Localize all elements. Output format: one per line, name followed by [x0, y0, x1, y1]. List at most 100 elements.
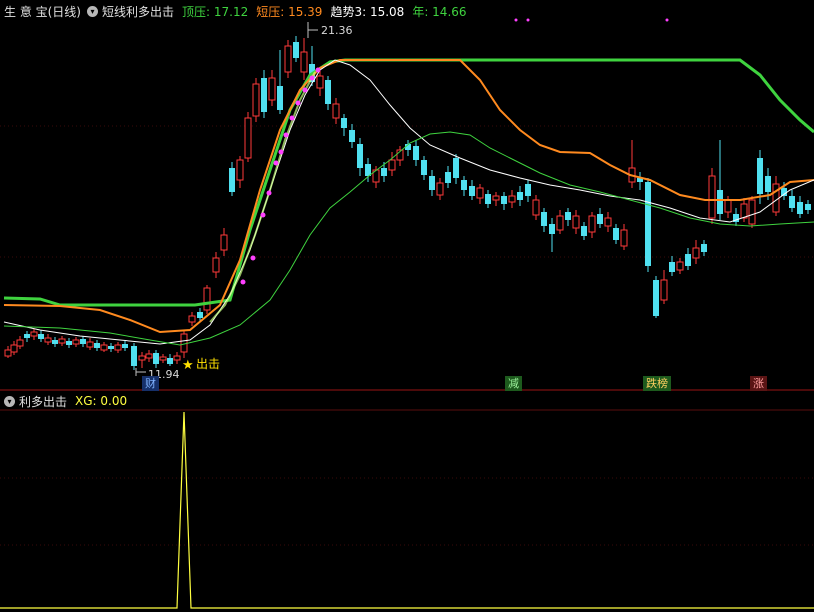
candle-body — [100, 344, 108, 351]
candle-body — [66, 341, 72, 345]
candle-body — [748, 199, 756, 225]
candle-body — [508, 195, 516, 203]
candle-body — [277, 86, 283, 110]
indicator-trend3: 趋势3: 15.08 — [330, 4, 405, 19]
candle-body — [365, 164, 371, 176]
candle-body — [300, 51, 308, 73]
candle-body — [556, 215, 564, 231]
candle-body — [565, 212, 571, 220]
tag-finance[interactable]: 财 — [142, 376, 159, 391]
candle-body — [108, 346, 114, 349]
candle-body — [381, 168, 387, 176]
candle-body — [620, 229, 628, 247]
candle-body — [740, 203, 748, 219]
candle-body — [10, 344, 18, 353]
candle-body — [701, 244, 707, 252]
candle-body — [24, 334, 30, 338]
candle-body — [436, 182, 444, 196]
candle-body — [485, 194, 491, 204]
candle-body — [138, 355, 146, 361]
candle-body — [669, 262, 675, 272]
candle-body — [341, 118, 347, 128]
candle-body — [581, 226, 587, 236]
settings-toggle-icon[interactable]: ▾ — [87, 5, 98, 17]
candle-body — [212, 257, 220, 273]
candle-body — [613, 228, 619, 240]
candle-body — [44, 337, 52, 343]
candle-body — [114, 344, 122, 351]
candle-body — [685, 254, 691, 266]
xg-spike-line — [0, 411, 814, 609]
candle-body — [261, 78, 267, 112]
candle-body — [188, 315, 196, 323]
candle-body — [469, 186, 475, 196]
candle-body — [492, 195, 500, 201]
candle-body — [38, 334, 44, 339]
candle-body — [284, 45, 292, 73]
candle-body — [244, 117, 252, 159]
candle-body — [421, 160, 427, 175]
top-pressure-line — [3, 58, 814, 307]
candle-body — [476, 187, 484, 199]
candle-body — [765, 176, 771, 192]
candle-body — [325, 80, 331, 104]
candle-body — [58, 338, 66, 344]
candle-body — [717, 190, 723, 214]
sub-panel-header: ▾ 利多出击 XG: 0.00 — [0, 392, 127, 410]
star-icon: ★ — [182, 358, 194, 373]
tag-rise[interactable]: 涨 — [750, 376, 767, 391]
candle-body — [357, 144, 363, 168]
candle-body — [572, 215, 580, 229]
candle-body — [692, 247, 700, 259]
candle-body — [167, 358, 173, 364]
candle-body — [349, 130, 355, 142]
candle-body — [145, 353, 153, 359]
candle-body — [549, 224, 555, 234]
candle-body — [173, 355, 181, 361]
candle-body — [236, 159, 244, 181]
candle-body — [660, 279, 668, 301]
candle-body — [268, 77, 276, 101]
candle-body — [597, 214, 603, 224]
sub-panel-value: XG: 0.00 — [75, 394, 128, 408]
candle-body — [676, 261, 684, 271]
candle-body — [525, 184, 531, 196]
candle-body — [604, 217, 612, 227]
candle-body — [252, 83, 260, 117]
chart-canvas[interactable]: 21.36 11.94 ★ 出击 — [0, 0, 814, 612]
candle-body — [645, 182, 651, 266]
candle-body — [30, 331, 38, 337]
year-line — [3, 131, 814, 346]
candle-body — [197, 312, 203, 318]
candle-body — [80, 339, 86, 344]
candle-body — [72, 339, 80, 345]
sub-panel-title[interactable]: 利多出击 — [19, 393, 67, 410]
candle-body — [131, 346, 137, 366]
candle-body — [229, 168, 235, 192]
candle-body — [653, 280, 659, 316]
candle-body — [388, 159, 396, 171]
candle-body — [429, 176, 435, 190]
candle-body — [86, 341, 94, 348]
candle-body — [532, 199, 540, 216]
candle-body — [180, 333, 188, 353]
candle-body — [541, 212, 547, 226]
candle-body — [16, 339, 24, 347]
indicator-year: 年: 14.66 — [412, 4, 467, 19]
candle-body — [293, 42, 299, 58]
candle-body — [153, 353, 159, 364]
trend-line — [3, 59, 814, 345]
tag-reduce[interactable]: 减 — [505, 376, 522, 391]
sub-settings-icon[interactable]: ▾ — [4, 395, 15, 407]
short-pressure-line — [3, 59, 814, 334]
candle-body — [203, 287, 211, 311]
candle-body — [220, 234, 228, 251]
indicator-name[interactable]: 短线利多出击 — [102, 3, 174, 20]
tag-drop-list[interactable]: 跌榜 — [643, 376, 671, 391]
candle-body — [122, 344, 128, 348]
candle-body — [501, 196, 507, 204]
candle-body — [316, 75, 324, 89]
candle-body — [797, 202, 803, 214]
candle-body — [805, 204, 811, 210]
candle-body — [332, 103, 340, 119]
